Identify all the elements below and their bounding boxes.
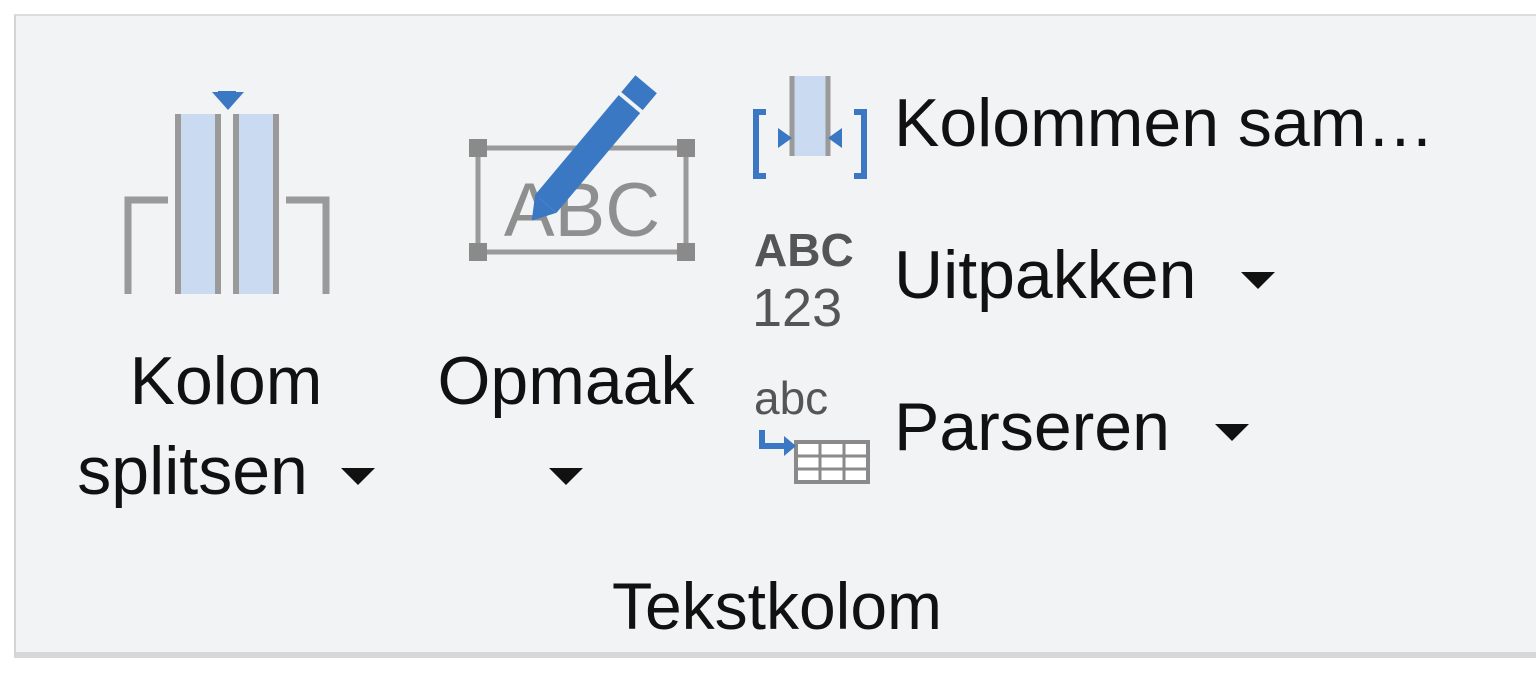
svg-text:123: 123 — [752, 278, 842, 332]
parse-label-text: Parseren — [894, 389, 1170, 465]
split-column-label-line2-text: splitsen — [77, 433, 308, 509]
merge-columns-icon — [753, 76, 867, 179]
parse-table-icon: abc — [754, 374, 870, 484]
parse-label: Parseren — [894, 382, 1249, 472]
ribbon-group-text-column: Kolom splitsen ABC Opmaak Kolommen sam… … — [14, 14, 1536, 658]
ribbon: Kolom splitsen ABC Opmaak Kolommen sam… … — [0, 0, 1536, 688]
svg-text:abc: abc — [754, 374, 828, 424]
chevron-down-icon — [1241, 271, 1276, 289]
format-label: Opmaak — [437, 343, 695, 419]
chevron-down-icon — [340, 467, 375, 485]
svg-text:ABC: ABC — [754, 224, 854, 276]
chevron-down-icon — [1214, 423, 1249, 441]
split-column-label-line2: splitsen — [56, 426, 396, 516]
merge-columns-label: Kolommen sam… — [894, 85, 1435, 161]
split-column-icon — [124, 91, 330, 294]
extract-button[interactable]: ABC 123 Uitpakken — [752, 212, 1512, 342]
format-dropdown-arrow — [416, 426, 716, 516]
parse-button[interactable]: abc Parseren — [752, 364, 1512, 494]
extract-abc123-icon: ABC 123 — [752, 224, 854, 332]
split-column-button[interactable]: Kolom splitsen — [56, 56, 396, 526]
merge-columns-button[interactable]: Kolommen sam… — [752, 60, 1512, 190]
group-label: Tekstkolom — [611, 569, 943, 643]
format-text-icon: ABC — [469, 75, 695, 261]
extract-label: Uitpakken — [894, 230, 1276, 320]
split-column-label-line1: Kolom — [129, 343, 323, 419]
extract-label-text: Uitpakken — [894, 237, 1197, 313]
chevron-down-icon — [549, 467, 583, 485]
format-button[interactable]: ABC Opmaak — [416, 56, 716, 526]
